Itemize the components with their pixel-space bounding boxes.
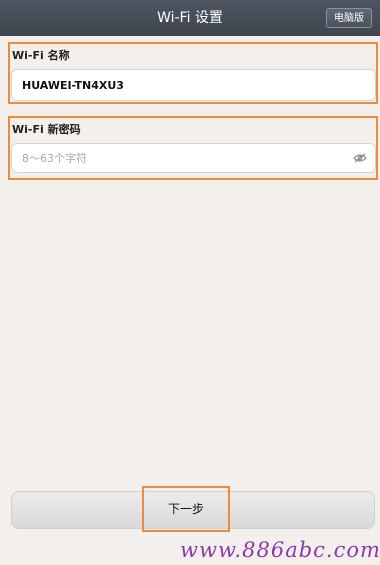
page-title: Wi-Fi 设置	[157, 10, 223, 26]
eye-slash-icon[interactable]	[353, 153, 367, 163]
wifi-name-input[interactable]: HUAWEI-TN4XU3	[11, 69, 376, 101]
wifi-password-placeholder: 8～63个字符	[22, 152, 87, 165]
pc-version-button[interactable]: 电脑版	[326, 8, 372, 28]
wifi-name-value: HUAWEI-TN4XU3	[22, 78, 124, 92]
next-button-label[interactable]: 下一步	[142, 486, 230, 532]
wifi-password-input[interactable]: 8～63个字符	[11, 143, 376, 173]
watermark: www.886abc.com	[180, 538, 380, 562]
wifi-name-label: Wi-Fi 名称	[12, 49, 70, 62]
header-bar: Wi-Fi 设置 电脑版	[0, 0, 380, 36]
wifi-password-label: Wi-Fi 新密码	[12, 123, 81, 136]
